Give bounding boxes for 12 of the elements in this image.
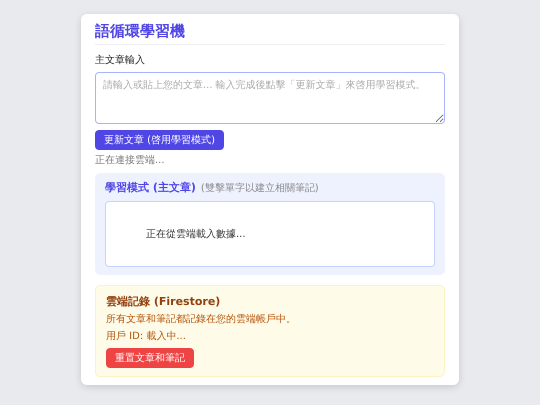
reset-button[interactable]: 重置文章和筆記 [106,348,194,368]
input-label: 主文章輸入 [95,54,146,67]
learning-hint: (雙擊單字以建立相關筆記) [200,182,319,195]
article-input-field[interactable]: 請輸入或貼上您的文章... 輸入完成後點擊「更新文章」來啓用學習模式。 [95,72,445,124]
update-article-button[interactable]: 更新文章 (啓用學習模式) [95,130,224,150]
loading-message: 正在從雲端載入數據... [146,228,246,241]
app-title: 語循環學習機 [95,22,445,45]
learning-title: 學習模式 (主文章) [105,180,196,195]
connection-status: 正在連接雲端... [95,154,166,167]
user-id-text: 用戶 ID: 載入中... [106,330,187,343]
cloud-title: 雲端記錄 (Firestore) [106,294,222,309]
cloud-description: 所有文章和筆記都記錄在您的雲端帳戶中。 [106,312,297,326]
